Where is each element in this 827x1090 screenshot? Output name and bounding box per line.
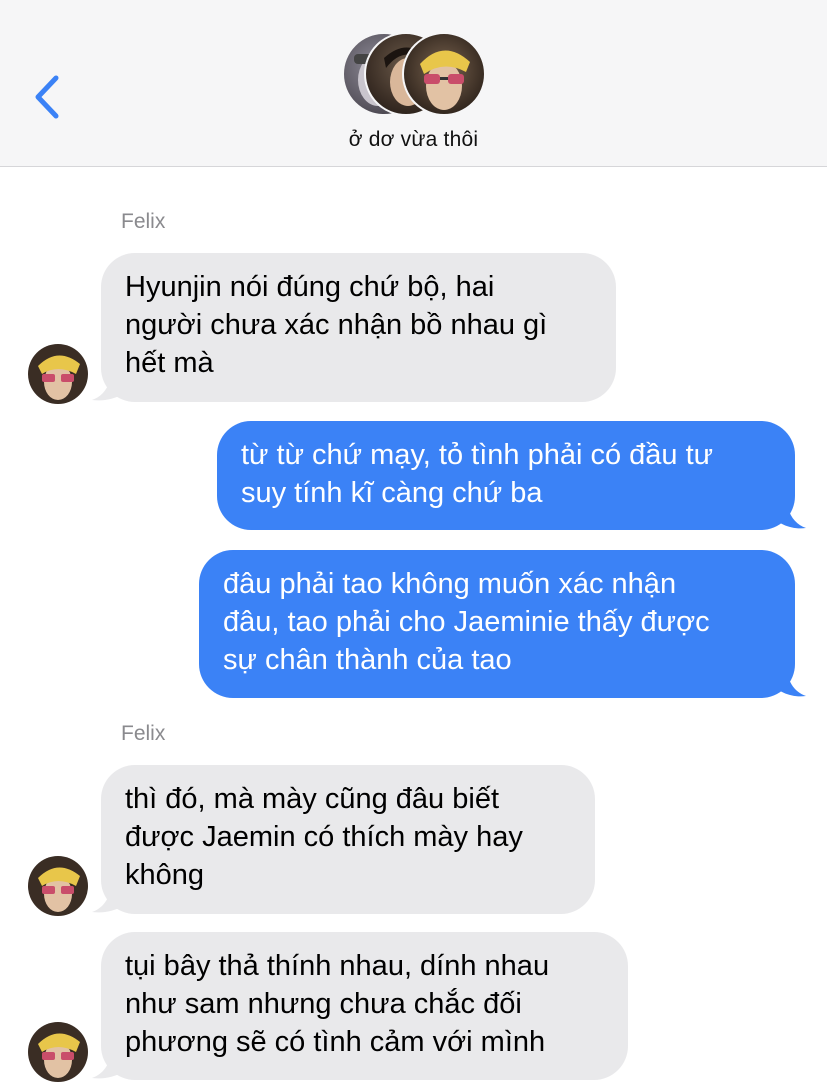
message-bubble[interactable]: từ từ chứ mạy, tỏ tình phải có đầu tư su… xyxy=(217,421,795,530)
group-avatar-stack[interactable] xyxy=(342,32,488,116)
sender-avatar[interactable] xyxy=(28,344,88,404)
conversation-title[interactable]: ở dơ vừa thôi xyxy=(0,128,827,152)
sender-avatar[interactable] xyxy=(28,856,88,916)
message-bubble[interactable]: tụi bây thả thính nhau, dính nhau như sa… xyxy=(101,932,628,1080)
group-member-avatar xyxy=(402,32,486,116)
conversation-header: ở dơ vừa thôi xyxy=(0,0,827,167)
sender-avatar[interactable] xyxy=(28,1022,88,1082)
sender-name: Felix xyxy=(121,722,166,745)
sender-name: Felix xyxy=(121,210,166,233)
chevron-left-icon[interactable] xyxy=(30,74,66,120)
message-bubble[interactable]: thì đó, mà mày cũng đâu biết được Jaemin… xyxy=(101,765,595,914)
message-bubble[interactable]: đâu phải tao không muốn xác nhận đâu, ta… xyxy=(199,550,795,698)
message-bubble[interactable]: Hyunjin nói đúng chứ bộ, hai người chưa … xyxy=(101,253,616,402)
